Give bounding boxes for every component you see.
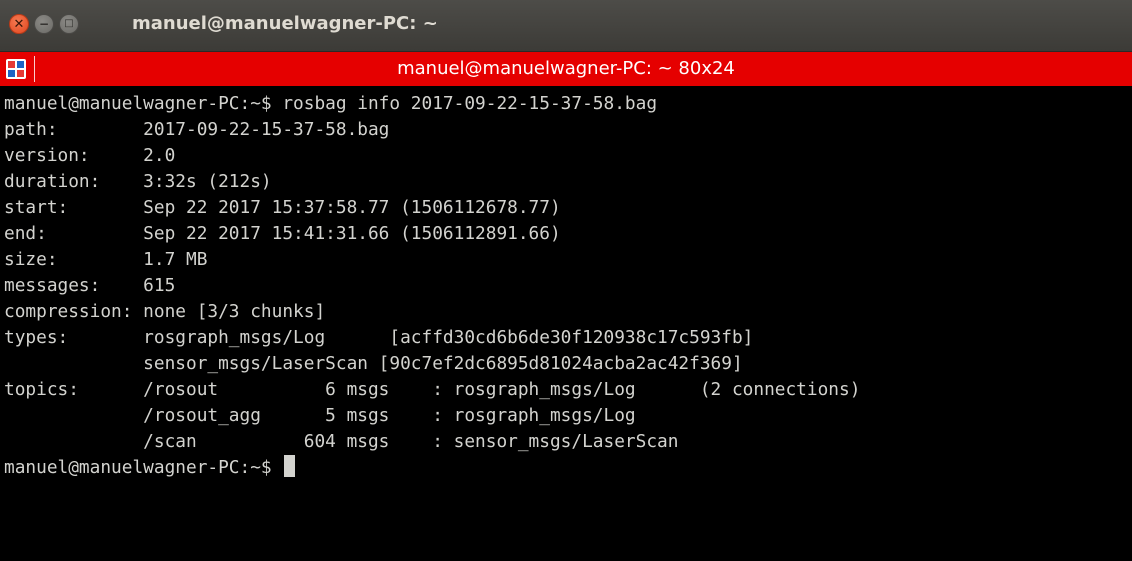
terminal-output[interactable]: manuel@manuelwagner-PC:~$ rosbag info 20…: [0, 87, 1132, 561]
close-button[interactable]: ✕: [9, 14, 29, 34]
minimize-icon: −: [38, 17, 50, 31]
minimize-button[interactable]: −: [34, 14, 54, 34]
terminal-line: version: 2.0: [4, 145, 176, 166]
terminal-line: types: rosgraph_msgs/Log [acffd30cd6b6de…: [4, 327, 754, 348]
terminal-tab-bar: manuel@manuelwagner-PC: ~ 80x24: [0, 52, 1132, 86]
close-icon: ✕: [13, 16, 25, 32]
terminal-line: /scan 604 msgs : sensor_msgs/LaserScan: [4, 431, 679, 452]
maximize-button[interactable]: □: [59, 14, 79, 34]
terminal-line: path: 2017-09-22-15-37-58.bag: [4, 119, 390, 140]
shell-prompt: manuel@manuelwagner-PC:~$: [4, 457, 283, 478]
terminal-line: size: 1.7 MB: [4, 249, 208, 270]
terminal-line: end: Sep 22 2017 15:41:31.66 (1506112891…: [4, 223, 561, 244]
terminal-line: duration: 3:32s (212s): [4, 171, 272, 192]
terminal-line: compression: none [3/3 chunks]: [4, 301, 326, 322]
text-cursor: [284, 455, 296, 477]
terminal-line: manuel@manuelwagner-PC:~$ rosbag info 20…: [4, 93, 658, 114]
terminal-line: sensor_msgs/LaserScan [90c7ef2dc6895d810…: [4, 353, 743, 374]
terminal-line: start: Sep 22 2017 15:37:58.77 (15061126…: [4, 197, 561, 218]
terminal-prompt-line[interactable]: manuel@manuelwagner-PC:~$: [4, 455, 296, 481]
terminal-line: messages: 615: [4, 275, 176, 296]
window-title: manuel@manuelwagner-PC: ~: [132, 13, 438, 34]
terminal-window: ✕ − □ manuel@manuelwagner-PC: ~ manuel@m…: [0, 0, 1132, 561]
maximize-icon: □: [64, 18, 74, 29]
window-titlebar[interactable]: ✕ − □ manuel@manuelwagner-PC: ~: [0, 0, 1132, 52]
terminal-line: topics: /rosout 6 msgs : rosgraph_msgs/L…: [4, 379, 861, 400]
terminal-line: /rosout_agg 5 msgs : rosgraph_msgs/Log: [4, 405, 636, 426]
tab-title: manuel@manuelwagner-PC: ~ 80x24: [397, 58, 735, 79]
